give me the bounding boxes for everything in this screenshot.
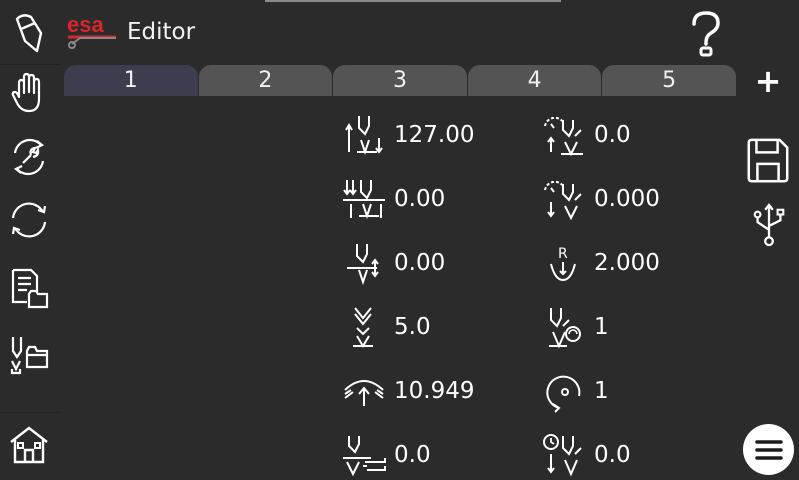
add-tab-button[interactable]: +	[743, 60, 793, 102]
top-indicator	[265, 0, 561, 2]
wrench-cycle-icon	[13, 138, 45, 176]
x-retract-icon	[340, 431, 388, 479]
param-value: 1	[594, 314, 609, 340]
param-y-axis-opening[interactable]: 0.00	[340, 174, 445, 224]
param-x-axis-position[interactable]: 0.00	[340, 238, 445, 288]
tools-library-button[interactable]	[0, 323, 58, 383]
param-value: 0.00	[394, 250, 446, 276]
document-folder-icon	[11, 268, 49, 309]
tab-1[interactable]: 1	[64, 65, 198, 96]
param-value: 10.949	[394, 378, 475, 404]
param-value: 0.0	[394, 442, 431, 468]
param-value: 0.000	[594, 186, 660, 212]
save-icon	[747, 138, 789, 183]
param-value: 5.0	[394, 314, 431, 340]
param-decompression-time[interactable]: 0.0	[540, 430, 631, 480]
param-y-axis-position[interactable]: 127.00	[340, 110, 474, 160]
y-axis-position-icon	[340, 111, 388, 159]
param-repeat-bend[interactable]: 1	[540, 302, 609, 352]
programs-button[interactable]	[0, 258, 58, 318]
home-icon	[10, 426, 48, 464]
param-value: 2.000	[594, 250, 660, 276]
setup-button[interactable]	[0, 127, 58, 187]
edit-pen-button[interactable]	[0, 3, 58, 63]
radius-icon: R	[540, 239, 588, 287]
param-speed-change[interactable]: 5.0	[340, 302, 431, 352]
param-value: 127.00	[394, 122, 475, 148]
y-axis-opening-icon	[340, 175, 388, 223]
decompression-time-icon	[540, 431, 588, 479]
param-x-retract[interactable]: 0.0	[340, 430, 431, 480]
speed-change-icon	[340, 303, 388, 351]
param-value: 0.00	[394, 186, 446, 212]
tab-2[interactable]: 2	[198, 65, 333, 96]
tab-4[interactable]: 4	[467, 65, 602, 96]
pen-icon	[15, 14, 43, 53]
x-axis-position-icon	[340, 239, 388, 287]
crowning-icon	[340, 367, 388, 415]
esa-logo: esa	[66, 12, 118, 52]
logo-text: esa	[67, 12, 104, 37]
hamburger-menu-icon	[754, 439, 783, 460]
tool-folder-icon	[10, 337, 49, 375]
hand-icon	[11, 72, 41, 113]
question-mark-icon	[692, 11, 720, 57]
param-crowning[interactable]: 10.949	[340, 366, 474, 416]
param-radius[interactable]: R 2.000	[540, 238, 660, 288]
refresh-icon	[11, 202, 47, 238]
param-upper-dead-point-time[interactable]: 0.0	[540, 110, 631, 160]
tab-5[interactable]: 5	[602, 65, 736, 96]
home-button[interactable]	[0, 414, 58, 474]
main-menu-button[interactable]	[743, 424, 794, 475]
cycle-icon	[540, 367, 588, 415]
repeat-bend-icon	[540, 303, 588, 351]
save-button[interactable]	[742, 134, 794, 188]
page-title: Editor	[127, 19, 196, 45]
help-button[interactable]	[680, 8, 732, 60]
divider	[0, 412, 60, 413]
param-value: 0.0	[594, 122, 631, 148]
tab-3[interactable]: 3	[333, 65, 467, 96]
auto-mode-button[interactable]	[0, 190, 58, 250]
param-value: 0.0	[594, 442, 631, 468]
manual-mode-button[interactable]	[0, 63, 58, 123]
lower-dead-point-time-icon	[540, 175, 588, 223]
param-lower-dead-point-time[interactable]: 0.000	[540, 174, 660, 224]
usb-button[interactable]	[748, 200, 790, 250]
param-cycle[interactable]: 1	[540, 366, 609, 416]
usb-icon	[753, 203, 785, 247]
svg-text:R: R	[558, 246, 568, 262]
page-tabs: 1 2 3 4 5	[64, 65, 736, 96]
upper-dead-point-time-icon	[540, 111, 588, 159]
param-value: 1	[594, 378, 609, 404]
